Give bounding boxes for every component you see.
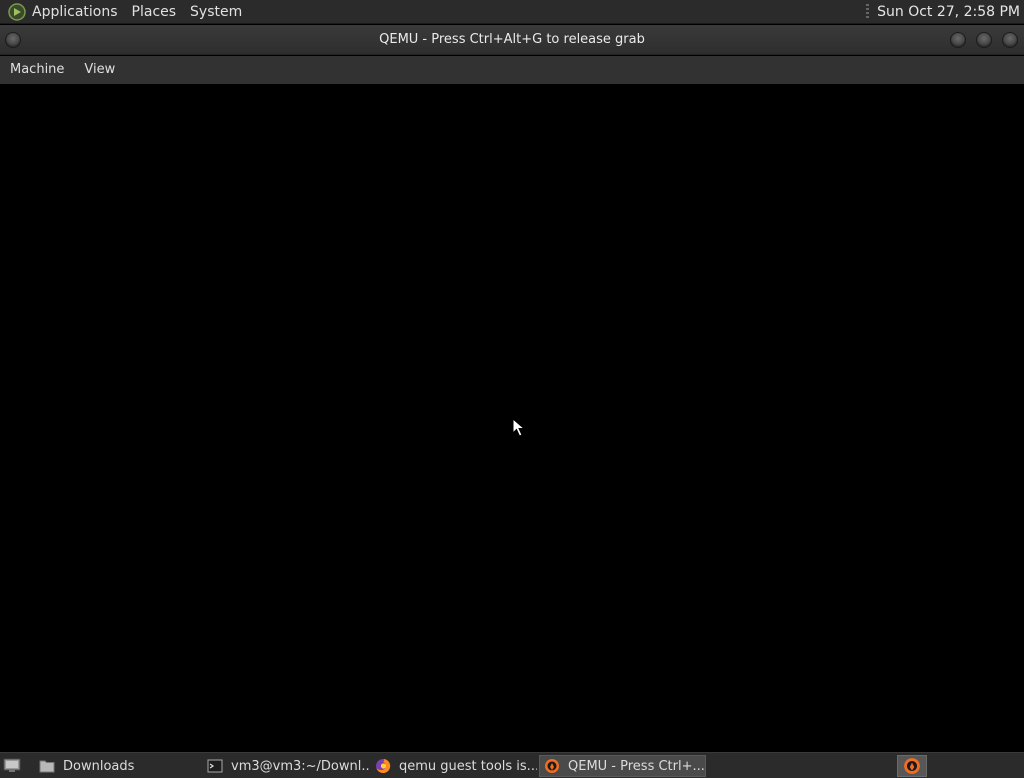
taskbar-item-label: vm3@vm3:~/Downl...	[231, 758, 369, 774]
view-menu[interactable]: View	[74, 56, 125, 84]
applications-logo-icon	[8, 2, 26, 21]
panel-handle-icon[interactable]	[866, 3, 870, 20]
applications-menu-label: Applications	[32, 3, 118, 20]
minimize-icon[interactable]	[950, 32, 966, 48]
guest-display[interactable]	[0, 84, 1024, 750]
taskbar-item-label: qemu guest tools is...	[399, 758, 537, 774]
taskbar-item-qemu[interactable]: QEMU - Press Ctrl+...	[539, 755, 706, 777]
taskbar-item-terminal[interactable]: vm3@vm3:~/Downl...	[203, 755, 369, 777]
qemu-icon	[545, 759, 559, 773]
mouse-cursor-icon	[512, 418, 526, 437]
taskbar-item-label: QEMU - Press Ctrl+...	[568, 758, 705, 774]
places-menu[interactable]: Places	[125, 0, 184, 24]
terminal-icon	[207, 759, 223, 773]
top-menu: Applications Places System	[0, 0, 249, 24]
qemu-tray-icon	[904, 758, 920, 774]
clock[interactable]: Sun Oct 27, 2:58 PM	[877, 4, 1020, 20]
window-titlebar[interactable]: QEMU - Press Ctrl+Alt+G to release grab	[0, 25, 1024, 55]
applications-menu[interactable]: Applications	[0, 0, 125, 24]
tray-qemu-button[interactable]	[897, 755, 927, 777]
qemu-menubar: Machine View	[0, 56, 1024, 84]
taskbar-item-firefox[interactable]: qemu guest tools is...	[371, 755, 537, 777]
taskbar-item-downloads[interactable]: Downloads	[35, 755, 200, 777]
top-panel-right: Sun Oct 27, 2:58 PM	[866, 0, 1024, 24]
folder-icon	[39, 760, 55, 773]
firefox-icon	[376, 758, 391, 773]
bottom-panel: Downloads vm3@vm3:~/Downl... qemu guest …	[0, 752, 1024, 778]
top-panel: Applications Places System Sun Oct 27, 2…	[0, 0, 1024, 24]
close-icon[interactable]	[1002, 32, 1018, 48]
window-title: QEMU - Press Ctrl+Alt+G to release grab	[379, 32, 645, 47]
show-desktop-icon[interactable]	[3, 758, 21, 773]
system-menu[interactable]: System	[183, 0, 249, 24]
machine-menu[interactable]: Machine	[0, 56, 74, 84]
maximize-icon[interactable]	[976, 32, 992, 48]
taskbar-item-label: Downloads	[63, 758, 135, 774]
